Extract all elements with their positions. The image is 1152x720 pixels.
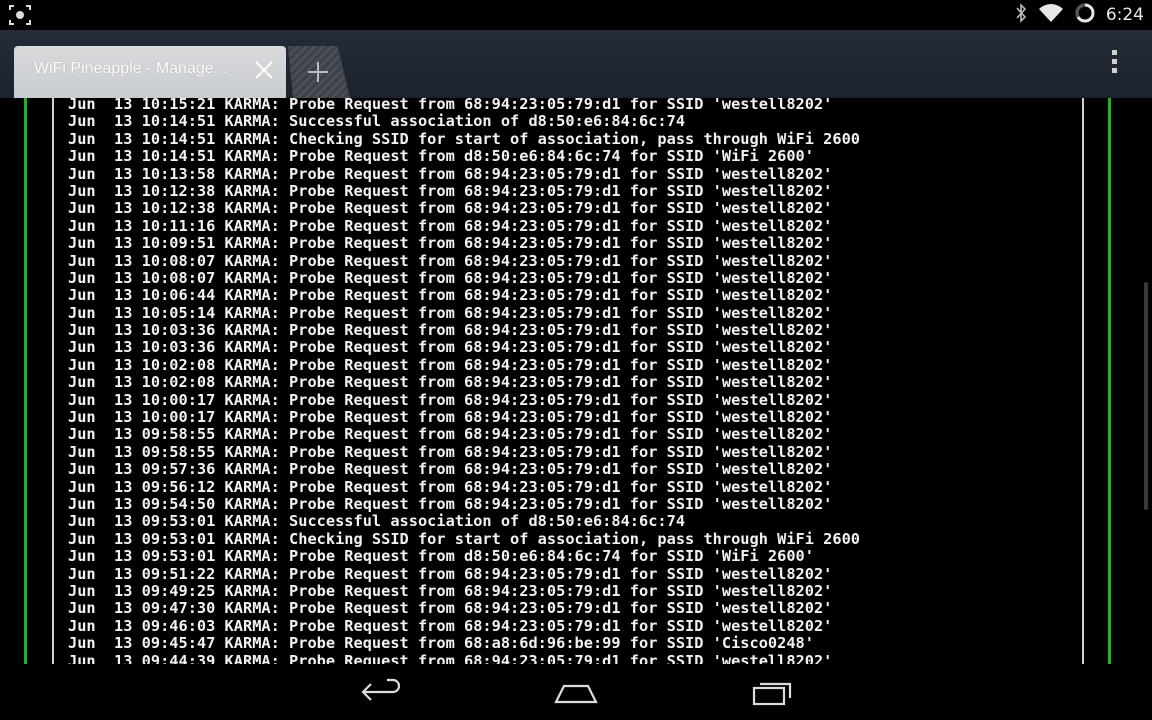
left-accent-bar (24, 98, 27, 664)
log-line: Jun 13 10:14:51 KARMA: Checking SSID for… (68, 129, 861, 148)
browser-tab-bar: WiFi Pineapple - Manage... (0, 30, 1152, 98)
log-line: Jun 13 09:45:47 KARMA: Probe Request fro… (68, 634, 814, 653)
log-line: Jun 13 09:54:50 KARMA: Probe Request fro… (68, 494, 833, 513)
log-line: Jun 13 10:08:07 KARMA: Probe Request fro… (68, 251, 833, 270)
plus-icon (308, 62, 328, 82)
log-line: Jun 13 10:14:51 KARMA: Successful associ… (68, 112, 686, 131)
log-line: Jun 13 09:46:03 KARMA: Probe Request fro… (68, 616, 833, 635)
log-line: Jun 13 09:49:25 KARMA: Probe Request fro… (68, 581, 833, 600)
log-line: Jun 13 10:15:21 KARMA: Probe Request fro… (68, 98, 833, 113)
status-icons: 6:24 (1014, 2, 1144, 28)
close-icon[interactable] (252, 58, 276, 82)
wifi-icon (1038, 2, 1064, 28)
log-line: Jun 13 10:02:08 KARMA: Probe Request fro… (68, 373, 833, 392)
browser-tab[interactable]: WiFi Pineapple - Manage... (14, 46, 286, 98)
log-line: Jun 13 10:12:38 KARMA: Probe Request fro… (68, 181, 833, 200)
log-line: Jun 13 09:56:12 KARMA: Probe Request fro… (68, 477, 833, 496)
log-line: Jun 13 10:08:07 KARMA: Probe Request fro… (68, 268, 833, 287)
page-content: Jun 13 10:15:21 KARMA: Probe Request fro… (0, 98, 1152, 664)
log-line: Jun 13 10:00:17 KARMA: Probe Request fro… (68, 390, 833, 409)
log-line: Jun 13 09:47:30 KARMA: Probe Request fro… (68, 599, 833, 618)
right-accent-bar (1108, 98, 1111, 664)
log-line: Jun 13 10:14:51 KARMA: Probe Request fro… (68, 147, 814, 166)
log-line: Jun 13 09:58:55 KARMA: Probe Request fro… (68, 442, 833, 461)
log-line: Jun 13 10:03:36 KARMA: Probe Request fro… (68, 321, 833, 340)
clock: 6:24 (1105, 5, 1144, 25)
navigation-bar (0, 664, 1152, 720)
log-line: Jun 13 09:53:01 KARMA: Checking SSID for… (68, 529, 861, 548)
log-line: Jun 13 09:57:36 KARMA: Probe Request fro… (68, 460, 833, 479)
new-tab-button[interactable] (288, 46, 350, 98)
home-icon[interactable] (552, 676, 600, 710)
log-line: Jun 13 10:02:08 KARMA: Probe Request fro… (68, 355, 833, 374)
log-line: Jun 13 10:03:36 KARMA: Probe Request fro… (68, 338, 833, 357)
log-panel: Jun 13 10:15:21 KARMA: Probe Request fro… (52, 98, 1084, 664)
log-line: Jun 13 10:05:14 KARMA: Probe Request fro… (68, 303, 833, 322)
log-line: Jun 13 10:13:58 KARMA: Probe Request fro… (68, 164, 833, 183)
recent-apps-icon[interactable] (748, 676, 796, 710)
log-line: Jun 13 10:09:51 KARMA: Probe Request fro… (68, 234, 833, 253)
karma-log: Jun 13 10:15:21 KARMA: Probe Request fro… (68, 98, 860, 664)
log-line: Jun 13 09:51:22 KARMA: Probe Request fro… (68, 564, 833, 583)
log-line: Jun 13 10:11:16 KARMA: Probe Request fro… (68, 216, 833, 235)
log-line: Jun 13 10:06:44 KARMA: Probe Request fro… (68, 286, 833, 305)
log-line: Jun 13 09:53:01 KARMA: Successful associ… (68, 512, 686, 531)
tab-title: WiFi Pineapple - Manage... (34, 60, 227, 77)
scrollbar[interactable] (1144, 282, 1148, 510)
log-line: Jun 13 09:58:55 KARMA: Probe Request fro… (68, 425, 833, 444)
log-line: Jun 13 10:12:38 KARMA: Probe Request fro… (68, 199, 833, 218)
bluetooth-icon (1014, 2, 1028, 28)
log-line: Jun 13 09:53:01 KARMA: Probe Request fro… (68, 547, 814, 566)
overflow-menu-icon[interactable] (1104, 50, 1124, 80)
status-bar: 6:24 (0, 0, 1152, 30)
screenshot-icon (8, 4, 32, 26)
back-icon[interactable] (357, 676, 405, 710)
log-line: Jun 13 10:00:17 KARMA: Probe Request fro… (68, 408, 833, 427)
log-line: Jun 13 09:44:39 KARMA: Probe Request fro… (68, 651, 833, 664)
battery-icon (1074, 2, 1096, 28)
